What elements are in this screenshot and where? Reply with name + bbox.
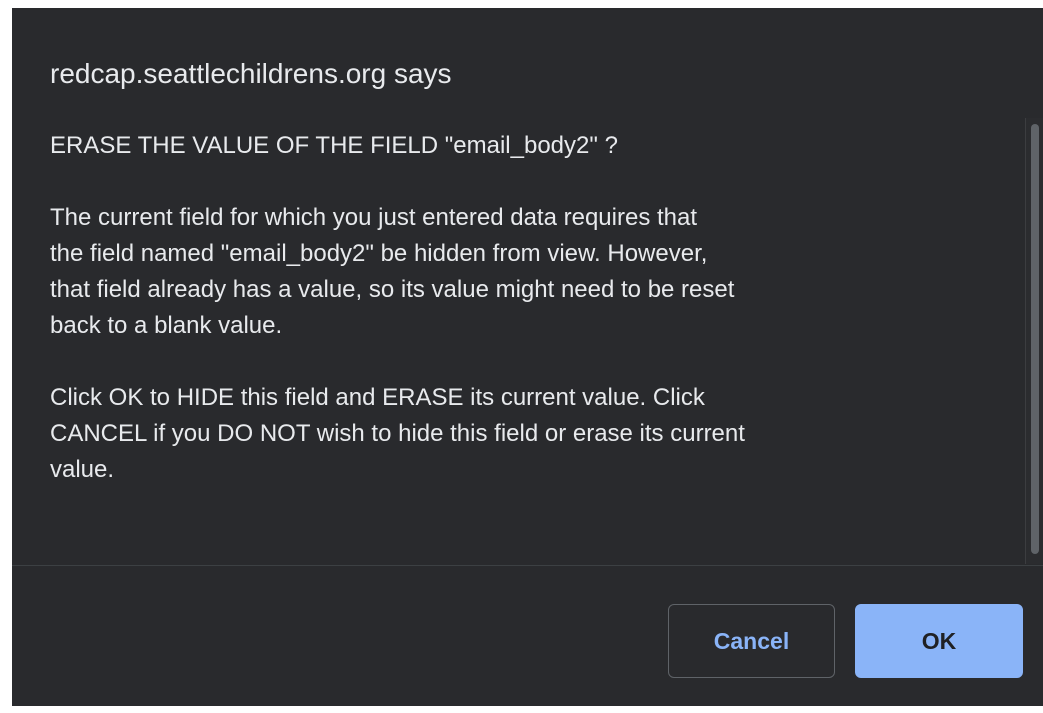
- message-paragraph-1: The current field for which you just ent…: [50, 204, 735, 339]
- scrollbar-thumb[interactable]: [1031, 124, 1039, 554]
- message-paragraph-2: Click OK to HIDE this field and ERASE it…: [50, 384, 745, 483]
- footer-divider: [12, 565, 1043, 566]
- message-heading: ERASE THE VALUE OF THE FIELD "email_body…: [50, 132, 618, 159]
- dialog-title: redcap.seattlechildrens.org says: [50, 58, 452, 89]
- cancel-button[interactable]: Cancel: [668, 604, 835, 678]
- dialog-message: ERASE THE VALUE OF THE FIELD "email_body…: [50, 128, 1000, 564]
- alert-dialog: redcap.seattlechildrens.org says ERASE T…: [12, 8, 1043, 706]
- ok-button[interactable]: OK: [855, 604, 1023, 678]
- message-scrollbar[interactable]: [1025, 118, 1043, 564]
